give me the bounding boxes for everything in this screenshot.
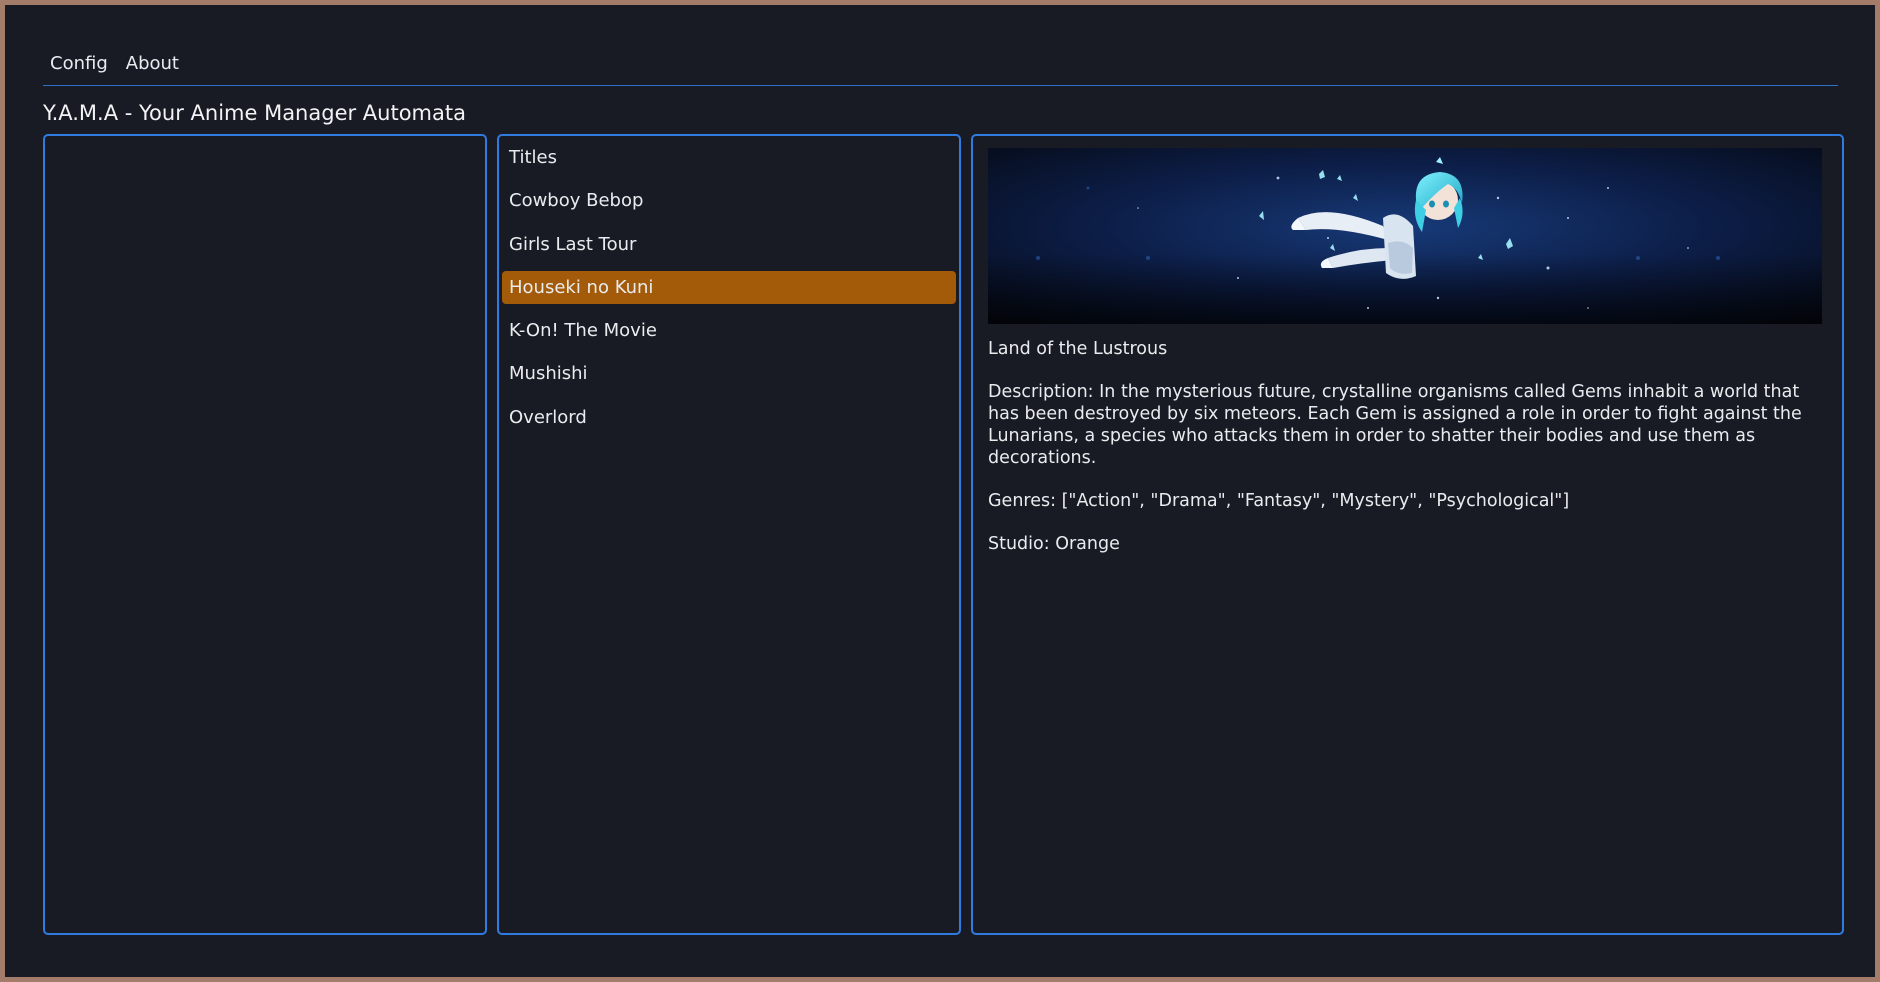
english-title: Land of the Lustrous (988, 339, 1168, 359)
list-item-houseki-no-kuni[interactable]: Houseki no Kuni (502, 270, 956, 304)
titles-list-header: Titles (509, 147, 557, 168)
anime-banner-image (988, 148, 1822, 324)
list-item-k-on-the-movie[interactable]: K-On! The Movie (502, 314, 956, 347)
list-item-cowboy-bebop[interactable]: Cowboy Bebop (502, 184, 956, 217)
genres-text: Genres: ["Action", "Drama", "Fantasy", "… (988, 490, 1570, 511)
left-panel (43, 134, 487, 935)
list-item-overlord[interactable]: Overlord (502, 401, 956, 434)
list-item-girls-last-tour[interactable]: Girls Last Tour (502, 228, 956, 261)
menu-bar: Config About (48, 51, 181, 76)
anime-details: Land of the Lustrous Description: In the… (988, 339, 1828, 578)
titles-panel: Titles Cowboy Bebop Girls Last Tour Hous… (497, 134, 961, 935)
description-text: Description: In the mysterious future, c… (988, 382, 1802, 468)
menu-config[interactable]: Config (48, 51, 110, 76)
titles-list: Titles Cowboy Bebop Girls Last Tour Hous… (502, 141, 956, 444)
details-panel: Land of the Lustrous Description: In the… (971, 134, 1844, 935)
app-window: Config About Y.A.M.A - Your Anime Manage… (5, 5, 1875, 977)
menu-divider (43, 85, 1838, 86)
studio-text: Studio: Orange (988, 534, 1120, 555)
list-item-mushishi[interactable]: Mushishi (502, 357, 956, 390)
app-title: Y.A.M.A - Your Anime Manager Automata (43, 101, 466, 125)
menu-about[interactable]: About (124, 51, 181, 76)
